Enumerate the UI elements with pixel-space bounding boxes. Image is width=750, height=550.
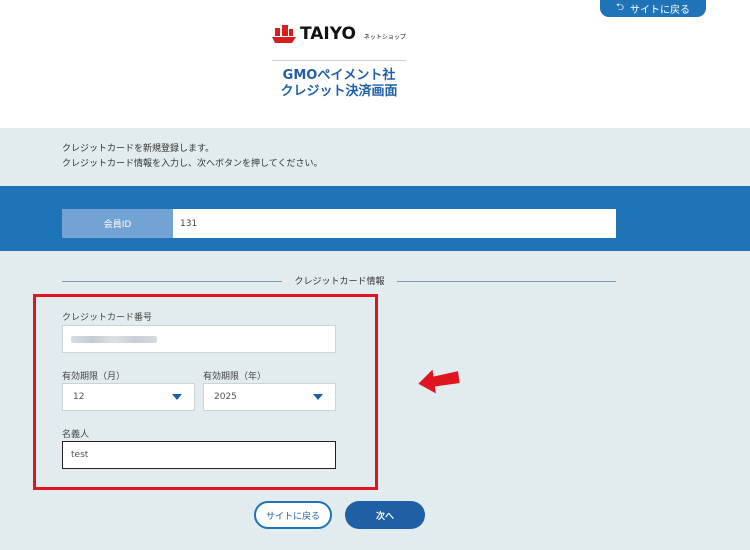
logo: TAIYO ネットショップ bbox=[272, 24, 406, 44]
next-button[interactable]: 次へ bbox=[345, 501, 425, 529]
logo-subtext: ネットショップ bbox=[363, 33, 406, 41]
page-title: GMOペイメント社 クレジット決済画面 bbox=[272, 68, 406, 100]
intro-line-2: クレジットカード情報を入力し、次へボタンを押してください。 bbox=[62, 159, 323, 169]
return-arrow-icon: ⮌ bbox=[615, 2, 624, 13]
member-id-value: 131 bbox=[173, 209, 616, 238]
highlight-box bbox=[33, 294, 378, 490]
logo-text: TAIYO bbox=[300, 24, 356, 44]
ship-logo-icon bbox=[272, 25, 296, 43]
divider bbox=[272, 60, 406, 61]
back-to-site-label: サイトに戻る bbox=[630, 5, 690, 16]
section-title: クレジットカード情報 bbox=[294, 277, 385, 287]
red-arrow-icon bbox=[418, 369, 460, 394]
title-line-1: GMOペイメント社 bbox=[282, 68, 396, 83]
title-line-2: クレジット決済画面 bbox=[280, 84, 398, 99]
intro-text: クレジットカードを新規登録します。 クレジットカード情報を入力し、次へボタンを押… bbox=[62, 142, 322, 172]
section-divider-right bbox=[397, 281, 616, 282]
section-divider-left bbox=[62, 281, 282, 282]
member-id-label: 会員ID bbox=[62, 209, 173, 238]
back-to-site-link[interactable]: ⮌ サイトに戻る bbox=[600, 0, 706, 17]
intro-line-1: クレジットカードを新規登録します。 bbox=[62, 144, 215, 154]
back-button[interactable]: サイトに戻る bbox=[254, 501, 332, 529]
header: ⮌ サイトに戻る TAIYO ネットショップ GMOペイメント社 クレジット決済… bbox=[0, 0, 750, 128]
